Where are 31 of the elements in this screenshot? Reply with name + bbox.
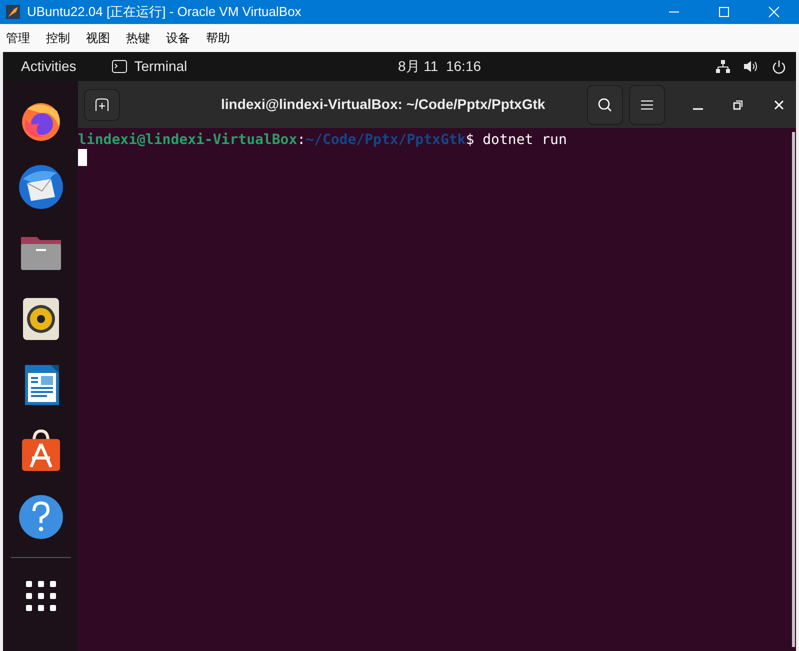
power-icon[interactable] — [772, 60, 786, 74]
restore-icon[interactable] — [733, 100, 743, 110]
terminal-line: lindexi@lindexi-VirtualBox:~/Code/Pptx/PptxGtk$ dotnet run — [78, 131, 568, 149]
menu-item[interactable]: 控制 — [46, 29, 70, 47]
text-cursor — [78, 149, 87, 166]
menu-item[interactable]: 热键 — [126, 29, 150, 47]
menu-item[interactable]: 视图 — [86, 29, 110, 47]
menu-button[interactable] — [629, 84, 665, 124]
apps-grid-icon[interactable] — [24, 580, 56, 612]
close-icon[interactable] — [774, 100, 784, 110]
menu-item[interactable]: 设备 — [166, 29, 190, 47]
activities-button[interactable]: Activities — [21, 56, 76, 77]
search-button[interactable] — [587, 84, 623, 124]
maximize-icon[interactable] — [718, 6, 730, 18]
menu-item[interactable]: 帮助 — [206, 29, 230, 47]
window-title: UBuntu22.04 [正在运行] - Oracle VM VirtualBox — [27, 3, 302, 22]
app-menu[interactable]: Terminal — [134, 56, 188, 77]
network-icon[interactable] — [716, 60, 730, 73]
scrollbar[interactable] — [792, 132, 795, 647]
terminal-icon — [112, 60, 128, 73]
volume-icon[interactable] — [744, 60, 758, 73]
envelope-icon[interactable] — [16, 163, 64, 211]
menu-icon — [641, 100, 653, 110]
new-tab-icon — [95, 98, 109, 112]
app-icon — [5, 4, 21, 20]
search-icon — [597, 96, 613, 112]
clock[interactable]: 8月 11 16:16 — [398, 56, 482, 77]
help-icon[interactable] — [16, 493, 64, 541]
menu-item[interactable]: 管理 — [6, 29, 30, 47]
terminal-title: lindexi@lindexi-VirtualBox: ~/Code/Pptx/PptxGtk — [221, 95, 546, 114]
new-tab-button[interactable] — [84, 88, 120, 120]
